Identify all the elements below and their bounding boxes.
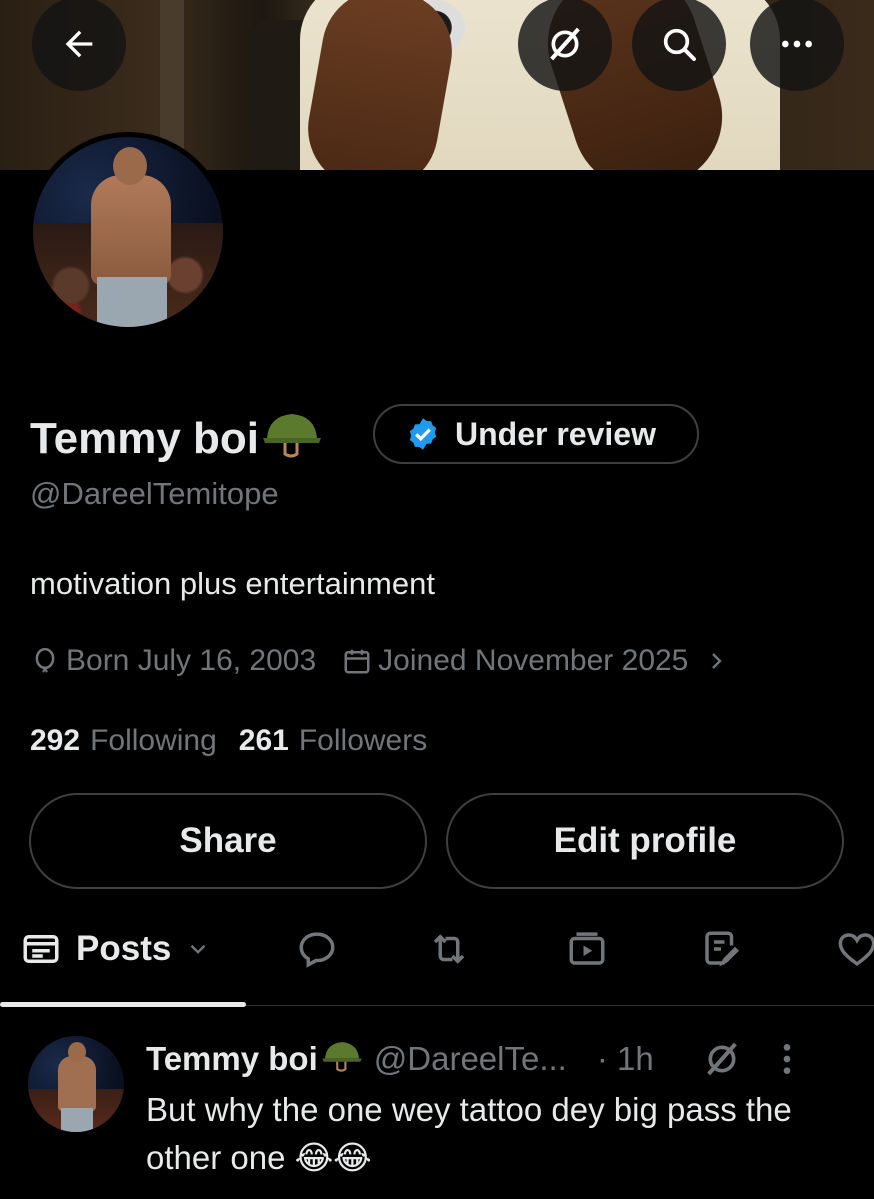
arrow-left-icon	[65, 30, 93, 58]
profile-avatar[interactable]	[28, 132, 228, 332]
back-button[interactable]	[32, 0, 126, 91]
display-name-text: Temmy boi	[30, 413, 260, 463]
reply-bubble-icon	[299, 932, 335, 968]
tab-replies[interactable]	[292, 916, 342, 982]
post-header: Temmy boi @DareelTe... · 1h	[146, 1038, 866, 1080]
joined-text: Joined November 2025	[378, 644, 689, 677]
post-avatar-jeans	[61, 1108, 93, 1132]
verification-label: Under review	[455, 415, 656, 452]
more-vertical-icon[interactable]	[772, 1039, 802, 1079]
profile-tabs: Posts	[0, 916, 874, 1007]
share-button[interactable]: Share	[29, 793, 427, 889]
post-author[interactable]: Temmy boi	[146, 1040, 318, 1078]
grok-icon	[550, 27, 580, 61]
followers-label: Followers	[298, 724, 428, 757]
tab-likes[interactable]	[832, 916, 874, 982]
avatar-jeans	[97, 277, 167, 327]
birthday-item: Born July 16, 2003	[30, 644, 316, 678]
display-name: Temmy boi	[30, 408, 323, 469]
avatar-torso	[91, 175, 171, 285]
followers-link[interactable]: 261 Followers	[239, 724, 427, 758]
followers-count: 261	[238, 724, 289, 757]
profile-meta: Born July 16, 2003 Joined November 2025	[30, 644, 754, 678]
tab-videos[interactable]	[562, 916, 612, 982]
following-count: 292	[30, 724, 81, 757]
tab-posts[interactable]: Posts	[20, 916, 211, 982]
post-avatar-torso	[58, 1056, 96, 1111]
chevron-down-icon	[190, 944, 206, 954]
search-icon	[663, 28, 696, 61]
active-tab-indicator	[0, 1002, 246, 1007]
joined-item[interactable]: Joined November 2025	[342, 644, 728, 678]
verified-badge-icon	[409, 418, 437, 450]
profile-handle: @DareelTemitope	[30, 476, 279, 511]
tab-reposts[interactable]	[424, 916, 474, 982]
search-button[interactable]	[632, 0, 726, 91]
heart-icon	[838, 933, 874, 967]
calendar-icon	[344, 649, 370, 674]
post-time[interactable]: · 1h	[597, 1040, 654, 1078]
repost-icon	[433, 934, 465, 964]
post-handle[interactable]: @DareelTe...	[374, 1040, 567, 1078]
posts-icon	[23, 935, 59, 963]
post-avatar[interactable]	[28, 1036, 124, 1132]
following-link[interactable]: 292 Following	[30, 724, 217, 758]
post-avatar-head	[68, 1042, 86, 1062]
more-options-button[interactable]	[750, 0, 844, 91]
edit-profile-button[interactable]: Edit profile	[446, 793, 844, 889]
balloon-icon	[35, 647, 55, 673]
military-helmet-icon	[261, 408, 323, 469]
birthday-text: Born July 16, 2003	[66, 644, 317, 677]
more-dots-icon	[782, 40, 812, 48]
tab-posts-label: Posts	[76, 929, 172, 968]
tab-articles[interactable]	[696, 916, 746, 982]
military-helmet-icon	[320, 1038, 364, 1080]
profile-bio: motivation plus entertainment	[30, 566, 435, 601]
grok-button[interactable]	[518, 0, 612, 91]
video-icon	[569, 932, 605, 965]
article-icon	[705, 931, 739, 967]
avatar-head	[113, 147, 147, 185]
following-label: Following	[90, 724, 217, 757]
post-text: But why the one wey tattoo dey big pass …	[146, 1091, 792, 1176]
chevron-right-icon	[712, 653, 723, 669]
verification-review-badge[interactable]: Under review	[373, 404, 699, 464]
grok-icon[interactable]	[702, 1039, 742, 1079]
follow-stats: 292 Following 261 Followers	[30, 724, 427, 758]
